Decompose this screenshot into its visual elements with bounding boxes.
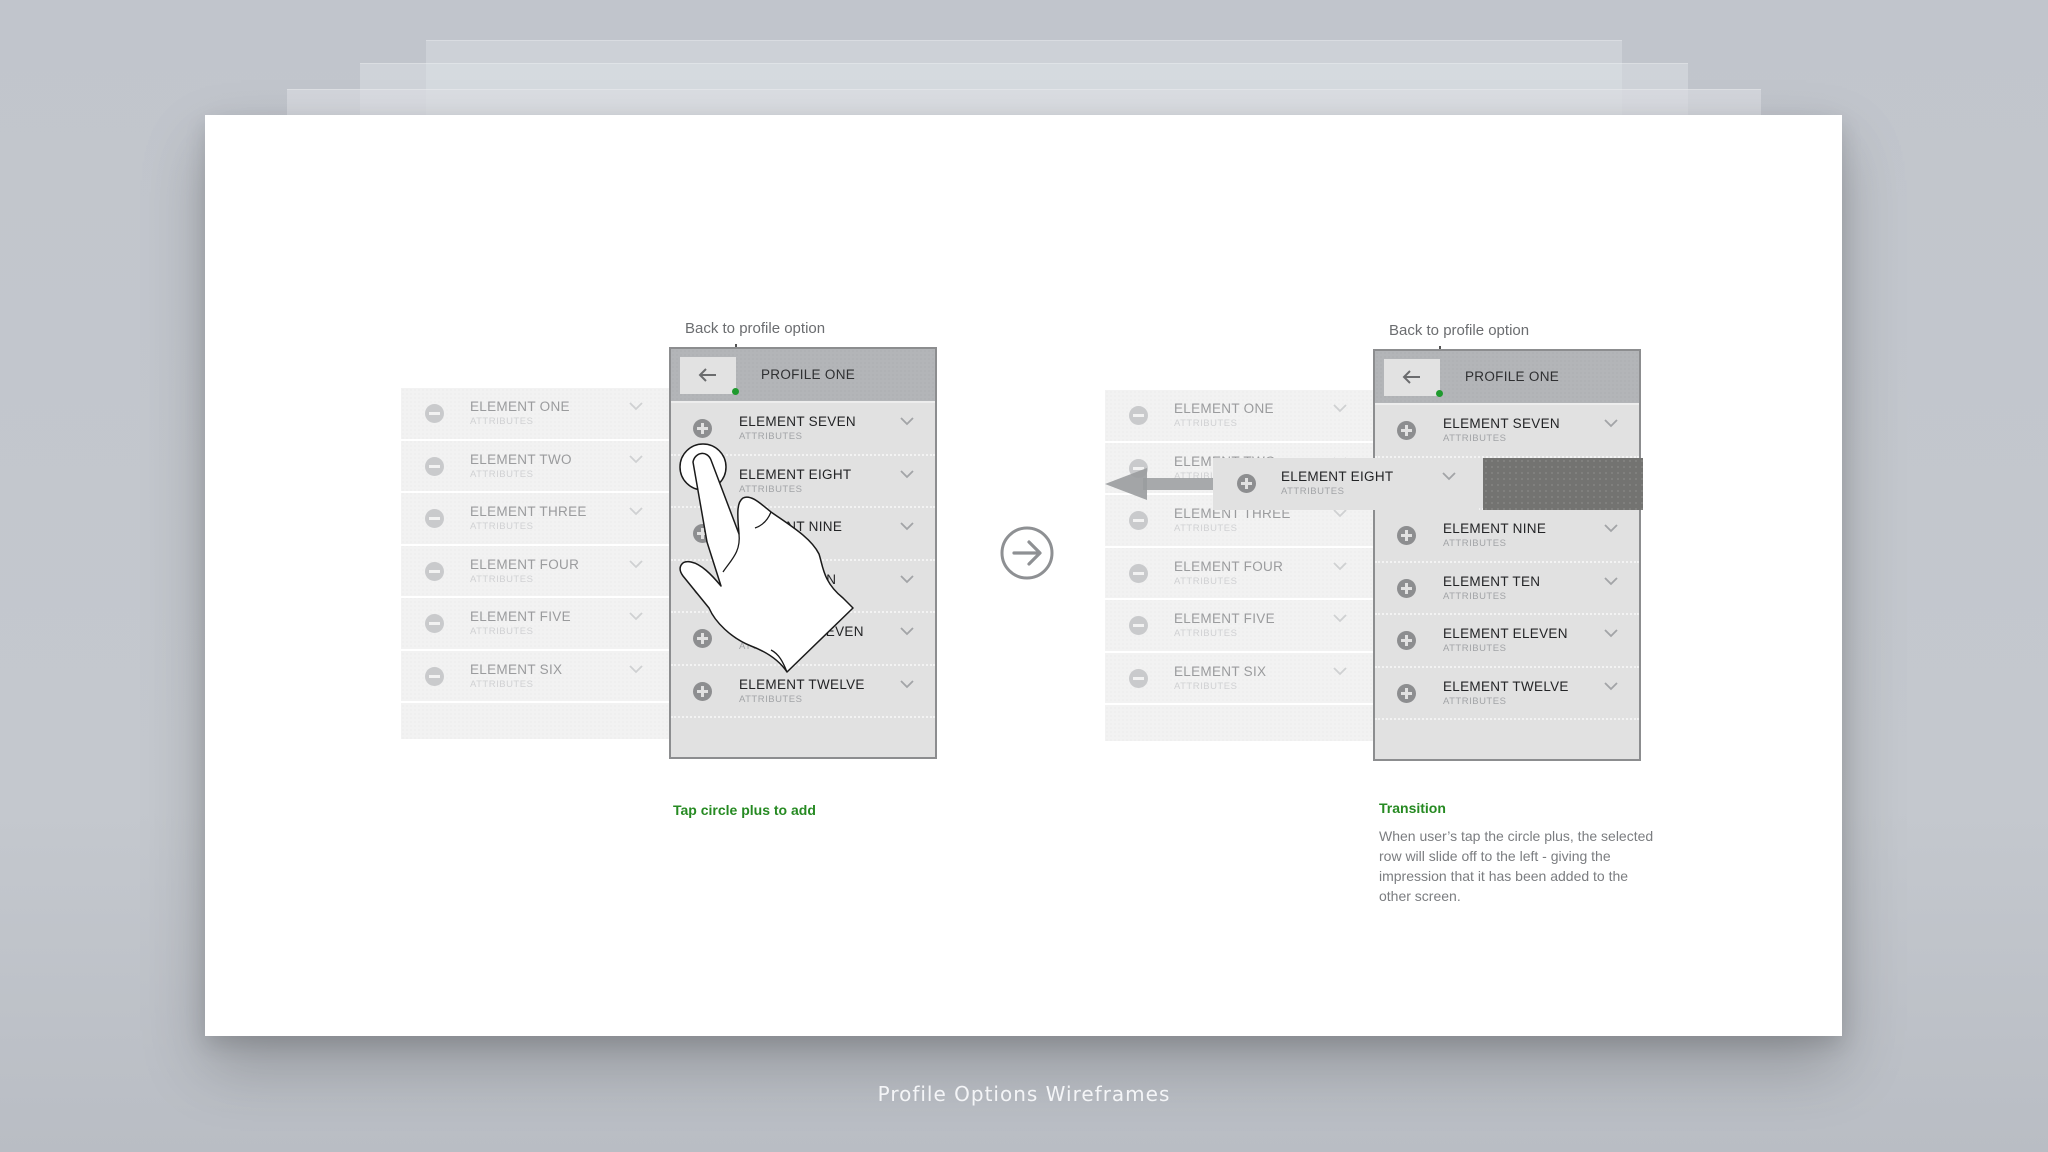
chevron-down-icon[interactable] xyxy=(1604,629,1618,638)
chevron-down-icon[interactable] xyxy=(1333,561,1347,571)
circle-plus-icon[interactable] xyxy=(693,629,712,648)
slide-left-arrow-icon xyxy=(1105,468,1215,500)
arrow-left-icon xyxy=(1402,370,1420,384)
chevron-down-icon[interactable] xyxy=(1333,666,1347,676)
annotation-back-label: Back to profile option xyxy=(685,320,826,337)
page-caption: Profile Options Wireframes xyxy=(877,1082,1171,1106)
list-item[interactable]: ELEMENT SIX ATTRIBUTES xyxy=(1105,653,1373,705)
phone-screen: PROFILE ONE ELEMENT SEVEN ATTRIBUTES ELEM… xyxy=(669,347,937,759)
empty-row xyxy=(401,703,669,739)
circle-minus-icon[interactable] xyxy=(1129,406,1148,425)
chevron-down-icon[interactable] xyxy=(900,679,914,689)
note-body: When user’s tap the circle plus, the sel… xyxy=(1379,828,1654,904)
sliding-row[interactable]: ELEMENT EIGHT ATTRIBUTES xyxy=(1213,458,1479,510)
circle-plus-icon[interactable] xyxy=(693,419,712,438)
list-item[interactable]: ELEMENT FIVE ATTRIBUTES xyxy=(401,598,669,651)
circle-minus-icon[interactable] xyxy=(1129,668,1148,688)
circle-plus-icon[interactable] xyxy=(1237,474,1256,493)
chevron-down-icon[interactable] xyxy=(1604,524,1618,533)
chevron-down-icon[interactable] xyxy=(629,664,643,674)
back-button[interactable] xyxy=(1384,359,1440,396)
chevron-down-icon[interactable] xyxy=(1604,576,1618,586)
list-item[interactable]: ELEMENT SEVEN ATTRIBUTES xyxy=(1375,405,1639,458)
list-item[interactable]: ELEMENT SIX ATTRIBUTES xyxy=(401,651,669,703)
circle-minus-icon[interactable] xyxy=(425,509,444,528)
chevron-down-icon[interactable] xyxy=(900,417,914,426)
circle-plus-icon[interactable] xyxy=(1397,578,1416,598)
back-button[interactable] xyxy=(680,357,736,394)
list-item[interactable]: ELEMENT NINE ATTRIBUTES xyxy=(1375,510,1639,563)
list-item[interactable]: ELEMENT ELEVEN ATTRIBUTES xyxy=(671,613,935,666)
profile-title: PROFILE ONE xyxy=(761,367,856,382)
empty-row xyxy=(1105,705,1373,741)
circle-plus-icon[interactable] xyxy=(1397,421,1416,440)
list-item[interactable]: ELEMENT ELEVEN ATTRIBUTES xyxy=(1375,615,1639,668)
annotation-dot xyxy=(732,388,739,395)
chevron-down-icon[interactable] xyxy=(629,402,643,411)
circle-minus-icon[interactable] xyxy=(425,614,444,633)
circle-plus-icon[interactable] xyxy=(1397,526,1416,545)
circle-minus-icon[interactable] xyxy=(425,666,444,686)
circle-plus-icon[interactable] xyxy=(693,681,712,701)
phone-header: PROFILE ONE xyxy=(671,349,935,403)
circle-plus-icon[interactable] xyxy=(1397,631,1416,650)
right-wireframe: Back to profile option ELEMENT ONE ATTRIB… xyxy=(1105,322,1653,904)
circle-minus-icon[interactable] xyxy=(1129,511,1148,530)
circle-minus-icon[interactable] xyxy=(425,456,444,476)
circle-plus-icon[interactable] xyxy=(693,471,712,491)
vacated-row-gap xyxy=(1483,458,1643,510)
list-item[interactable]: ELEMENT TWOATTRIBUTES xyxy=(401,441,669,493)
note-title: Transition xyxy=(1379,800,1446,816)
profile-title: PROFILE ONE xyxy=(1465,369,1560,384)
chevron-down-icon[interactable] xyxy=(1604,419,1618,428)
circle-minus-icon[interactable] xyxy=(1129,616,1148,635)
chevron-down-icon[interactable] xyxy=(900,627,914,636)
profile-element-list: ELEMENT SEVEN ATTRIBUTES ELEMENT EIGHT ATT… xyxy=(671,403,935,718)
chevron-down-icon[interactable] xyxy=(1333,404,1347,413)
list-item[interactable]: ELEMENT NINE ATTRIBUTES xyxy=(671,508,935,561)
list-item[interactable]: ELEMENT FOUR ATTRIBUTES xyxy=(401,546,669,598)
list-item[interactable]: ELEMENT SEVEN ATTRIBUTES xyxy=(671,403,935,456)
list-item[interactable]: ELEMENT TWELVE ATTRIBUTES xyxy=(1375,668,1639,720)
circle-minus-icon[interactable] xyxy=(425,404,444,423)
list-item[interactable]: ELEMENT TEN ATTRIBUTES xyxy=(1375,563,1639,615)
list-item[interactable]: ELEMENT EIGHT ATTRIBUTES xyxy=(671,456,935,508)
chevron-down-icon[interactable] xyxy=(1333,614,1347,623)
chevron-down-icon[interactable] xyxy=(900,522,914,531)
list-item[interactable]: ELEMENT TWELVE ATTRIBUTES xyxy=(671,666,935,718)
phone-header: PROFILE ONE xyxy=(1375,351,1639,405)
chevron-down-icon[interactable] xyxy=(1333,509,1347,518)
list-item[interactable]: ELEMENT TEN ATTRIBUTES xyxy=(671,561,935,613)
note-title: Tap circle plus to add xyxy=(673,802,816,818)
annotation-back-label: Back to profile option xyxy=(1389,322,1530,339)
arrow-right-circle-icon xyxy=(1000,526,1054,580)
background-element-list: ELEMENT ONEATTRIBUTES ELEMENT TWOATTRIBU… xyxy=(1105,390,1373,741)
arrow-left-icon xyxy=(698,368,716,382)
left-wireframe: Back to profile option ELEMENT ONE ATTRIB… xyxy=(401,320,941,818)
circle-plus-icon[interactable] xyxy=(1397,683,1416,703)
phone-screen: PROFILE ONE ELEMENT SEVEN ATTRIBUTES ELEM… xyxy=(1373,349,1641,761)
chevron-down-icon[interactable] xyxy=(900,469,914,479)
chevron-down-icon[interactable] xyxy=(900,574,914,584)
background-element-list: ELEMENT ONEATTRIBUTES ELEMENT TWOATTRIBU… xyxy=(401,388,669,739)
chevron-down-icon[interactable] xyxy=(1604,681,1618,691)
list-item[interactable]: ELEMENT FOUR ATTRIBUTES xyxy=(1105,548,1373,600)
profile-element-list: ELEMENT SEVEN ATTRIBUTES ELEMENT NINE ATTR… xyxy=(1375,405,1639,720)
circle-minus-icon[interactable] xyxy=(425,561,444,581)
list-item[interactable]: ELEMENT FIVE ATTRIBUTES xyxy=(1105,600,1373,653)
list-item[interactable]: ELEMENT ONE ATTRIBUTES xyxy=(401,388,669,441)
list-item[interactable]: ELEMENT THREE ATTRIBUTES xyxy=(401,493,669,546)
chevron-down-icon[interactable] xyxy=(629,454,643,464)
circle-plus-icon[interactable] xyxy=(693,524,712,543)
chevron-down-icon[interactable] xyxy=(629,559,643,569)
circle-plus-icon[interactable] xyxy=(693,576,712,596)
wireframe-sheet: Back to profile option ELEMENT ONE ATTRIB… xyxy=(205,115,1842,1036)
chevron-down-icon[interactable] xyxy=(1442,472,1456,481)
chevron-down-icon[interactable] xyxy=(629,507,643,516)
circle-minus-icon[interactable] xyxy=(1129,563,1148,583)
chevron-down-icon[interactable] xyxy=(629,612,643,621)
list-item[interactable]: ELEMENT ONE ATTRIBUTES xyxy=(1105,390,1373,443)
annotation-dot xyxy=(1436,390,1443,397)
